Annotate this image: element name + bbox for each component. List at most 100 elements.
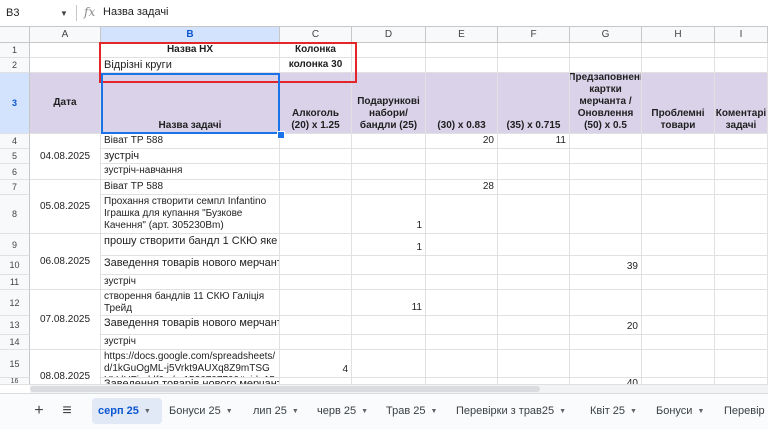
column-header-b[interactable]: B [101, 27, 280, 43]
row-header-6[interactable]: 6 [0, 164, 30, 180]
grid-cell[interactable] [426, 290, 498, 316]
grid-cell[interactable] [426, 378, 498, 385]
name-box-dropdown-icon[interactable]: ▼ [60, 9, 68, 18]
value-cell[interactable]: 28 [426, 180, 498, 195]
row-header-8[interactable]: 8 [0, 195, 30, 234]
grid-cell[interactable] [352, 149, 426, 164]
value-cell[interactable]: 11 [498, 134, 570, 149]
row-header-2[interactable]: 2 [0, 58, 30, 73]
value-cell[interactable]: 39 [570, 256, 642, 275]
grid-cell[interactable] [570, 350, 642, 378]
grid-cell[interactable] [352, 335, 426, 350]
task-cell[interactable]: Віват ТР 588 [101, 134, 280, 149]
cell-g2[interactable] [570, 58, 642, 73]
header-problem-items[interactable]: Проблемні товари [642, 73, 715, 134]
grid-cell[interactable] [498, 378, 570, 385]
sheet-tab[interactable]: Перевірки з трав25 ▼ [450, 398, 576, 424]
task-cell[interactable]: Віват ТР 588 [101, 180, 280, 195]
value-cell[interactable]: 20 [570, 316, 642, 335]
grid-cell[interactable] [498, 164, 570, 180]
sheet-tab[interactable]: лип 25 ▼ [247, 398, 303, 424]
tab-dropdown-icon[interactable]: ▼ [559, 408, 566, 415]
grid-cell[interactable] [280, 378, 352, 385]
header-e[interactable]: (30) x 0.83 [426, 73, 498, 134]
task-cell[interactable]: прошу створити бандл 1 СКЮ яке б [101, 234, 280, 256]
grid-cell[interactable] [280, 180, 352, 195]
header-task-name[interactable]: Назва задачі [101, 73, 280, 134]
grid-cell[interactable] [570, 195, 642, 234]
grid-cell[interactable] [280, 195, 352, 234]
formula-input[interactable]: Назва задачі [103, 6, 169, 18]
sheet-tab[interactable]: Квіт 25 ▼ [584, 398, 646, 424]
row-header-3[interactable]: 3 [0, 73, 30, 134]
grid-cell[interactable] [426, 350, 498, 378]
cell-e1[interactable] [426, 43, 498, 58]
grid-cell[interactable] [426, 275, 498, 290]
task-cell[interactable]: Заведення товарів нового мерчанта [101, 316, 280, 335]
nh-name-value[interactable]: Відрізні круги [101, 58, 280, 73]
grid-cell[interactable] [280, 316, 352, 335]
grid-cell[interactable] [280, 290, 352, 316]
grid-cell[interactable] [426, 164, 498, 180]
cell-d2[interactable] [352, 58, 426, 73]
row-header-16[interactable]: 16 [0, 378, 30, 385]
grid-cell[interactable] [498, 149, 570, 164]
nh-name-header[interactable]: Назва НХ [101, 43, 280, 58]
column-header-h[interactable]: H [642, 27, 715, 43]
column-header-f[interactable]: F [498, 27, 570, 43]
tab-dropdown-icon[interactable]: ▼ [697, 408, 704, 415]
grid-cell[interactable] [642, 164, 715, 180]
value-cell[interactable]: 20 [426, 134, 498, 149]
grid-cell[interactable] [498, 195, 570, 234]
column-header-label[interactable]: Колонка [280, 43, 352, 58]
cell-i1[interactable] [715, 43, 768, 58]
grid-cell[interactable] [280, 335, 352, 350]
grid-cell[interactable] [570, 275, 642, 290]
value-cell[interactable]: 1 [352, 195, 426, 234]
grid-cell[interactable] [642, 256, 715, 275]
date-cell[interactable]: 08.08.2025 [30, 350, 101, 385]
grid-cell[interactable] [498, 180, 570, 195]
cell-h2[interactable] [642, 58, 715, 73]
grid-cell[interactable] [715, 234, 768, 256]
grid-cell[interactable] [715, 180, 768, 195]
grid-cell[interactable] [570, 335, 642, 350]
grid-cell[interactable] [715, 256, 768, 275]
cell-i2[interactable] [715, 58, 768, 73]
grid-cell[interactable] [642, 275, 715, 290]
grid-cell[interactable] [352, 316, 426, 335]
grid-cell[interactable] [498, 256, 570, 275]
row-header-13[interactable]: 13 [0, 316, 30, 335]
grid-cell[interactable] [642, 134, 715, 149]
column-header-e[interactable]: E [426, 27, 498, 43]
task-cell[interactable]: зустріч-навчання [101, 164, 280, 180]
column-header-c[interactable]: C [280, 27, 352, 43]
column-header-d[interactable]: D [352, 27, 426, 43]
grid-cell[interactable] [352, 164, 426, 180]
date-cell[interactable]: 04.08.2025 [30, 134, 101, 180]
task-cell[interactable]: Заведення товарів нового мерчанта [101, 256, 280, 275]
tab-dropdown-icon[interactable]: ▼ [630, 408, 637, 415]
header-date[interactable]: Дата [30, 73, 101, 134]
column-header-a[interactable]: A [30, 27, 101, 43]
grid-cell[interactable] [642, 378, 715, 385]
header-alcohol[interactable]: Алкоголь (20) x 1.25 [280, 73, 352, 134]
grid-cell[interactable] [642, 149, 715, 164]
row-header-7[interactable]: 7 [0, 180, 30, 195]
grid-cell[interactable] [715, 290, 768, 316]
task-cell[interactable]: зустріч [101, 335, 280, 350]
grid-cell[interactable] [715, 134, 768, 149]
grid-cell[interactable] [642, 234, 715, 256]
grid-cell[interactable] [570, 149, 642, 164]
value-cell[interactable]: 40 [570, 378, 642, 385]
column-header-g[interactable]: G [570, 27, 642, 43]
cell-g1[interactable] [570, 43, 642, 58]
grid-cell[interactable] [280, 134, 352, 149]
grid-cell[interactable] [498, 335, 570, 350]
header-comments[interactable]: Коментарі задачі [715, 73, 768, 134]
task-cell-link[interactable]: https://docs.google.com/spreadsheets/d/1… [101, 350, 280, 378]
grid-cell[interactable] [642, 316, 715, 335]
grid-cell[interactable] [498, 316, 570, 335]
task-cell[interactable]: Прохання створити семпл Infantino Іграшк… [101, 195, 280, 234]
tab-dropdown-icon[interactable]: ▼ [226, 408, 233, 415]
